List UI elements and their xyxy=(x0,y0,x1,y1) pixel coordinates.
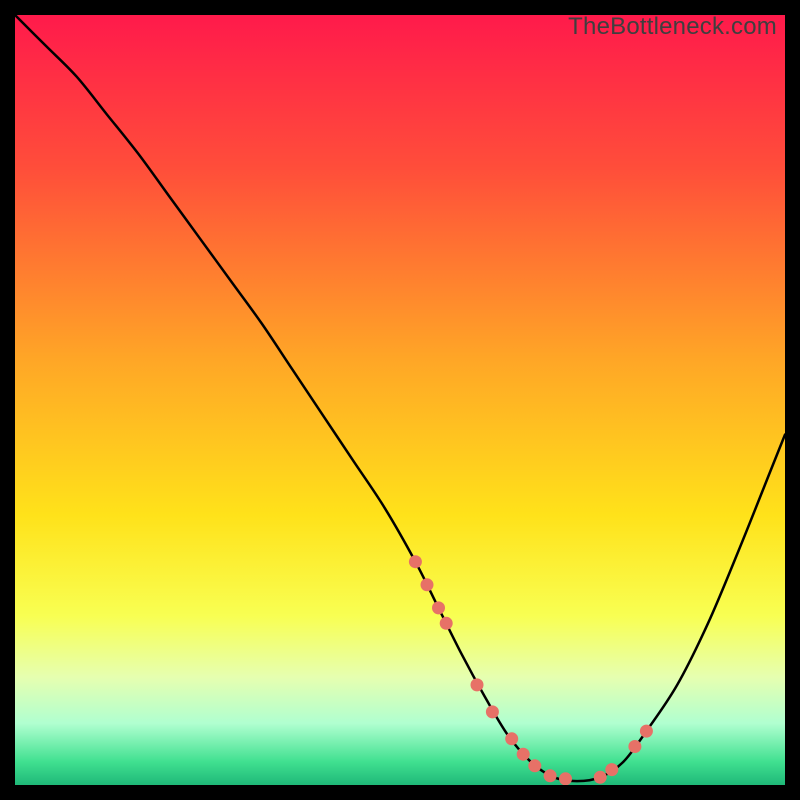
highlight-dot xyxy=(440,617,453,630)
highlight-dot xyxy=(628,740,641,753)
chart-frame: TheBottleneck.com xyxy=(15,15,785,785)
highlight-dot xyxy=(471,678,484,691)
highlight-dot xyxy=(505,732,518,745)
highlight-dot xyxy=(486,705,499,718)
chart-plot-layer xyxy=(15,15,785,785)
bottleneck-curve xyxy=(15,15,785,781)
highlight-dot xyxy=(432,601,445,614)
highlight-dot xyxy=(640,725,653,738)
highlight-dot xyxy=(421,578,434,591)
watermark-text: TheBottleneck.com xyxy=(568,13,777,41)
highlight-dot xyxy=(517,748,530,761)
highlight-dot xyxy=(544,769,557,782)
highlight-dot xyxy=(409,555,422,568)
highlight-dot xyxy=(594,771,607,784)
highlight-dot xyxy=(605,763,618,776)
highlight-dots-group xyxy=(409,555,653,785)
highlight-dot xyxy=(528,759,541,772)
highlight-dot xyxy=(559,772,572,785)
